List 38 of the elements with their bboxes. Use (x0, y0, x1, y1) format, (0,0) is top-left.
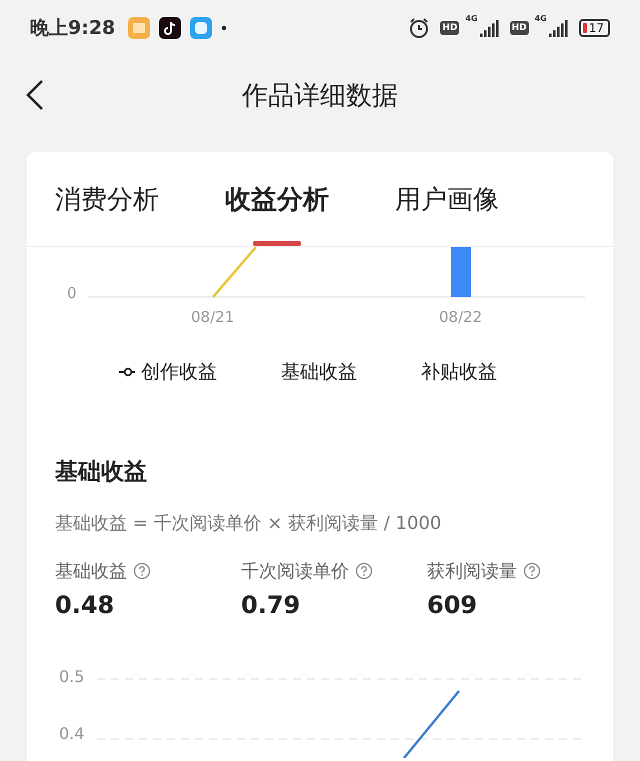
legend-label[interactable]: 补贴收益 (421, 359, 497, 385)
formula-text: 基础收益 = 千次阅读单价 × 获利阅读量 / 1000 (54, 512, 442, 535)
tab[interactable]: 收益分析 (225, 180, 329, 246)
tab[interactable]: 消费分析 (55, 180, 159, 246)
chat-app-icon (190, 16, 212, 38)
axis-tick-label: 0.4 (59, 724, 84, 743)
stat-label: 基础收益 (55, 560, 127, 583)
signal-icon (480, 18, 500, 36)
tab[interactable]: 用户画像 (395, 180, 499, 246)
signal-icon (548, 18, 569, 36)
network-label: 4G (465, 14, 478, 23)
battery-level: 17 (588, 20, 604, 34)
help-icon[interactable] (523, 562, 541, 580)
network-label: 4G (534, 14, 547, 23)
legend-marker-icon (119, 367, 135, 377)
axis-tick-label: 08/21 (191, 308, 234, 326)
page-title: 作品详细数据 (242, 80, 398, 112)
back-icon[interactable] (25, 79, 45, 111)
legend-label[interactable]: 创作收益 (141, 359, 217, 385)
help-icon[interactable] (355, 562, 373, 580)
dot-icon (221, 24, 228, 30)
stat-label: 获利阅读量 (427, 560, 517, 583)
axis-tick-label: 08/22 (439, 308, 482, 326)
stat-label: 千次阅读单价 (241, 560, 349, 583)
help-icon[interactable] (133, 562, 151, 580)
alarm-icon (408, 16, 430, 38)
music-note-app-icon (159, 16, 182, 38)
status-time: 晚上9:28 (30, 16, 116, 40)
stat-value: 0.48 (55, 591, 116, 619)
stat-value: 609 (427, 591, 478, 619)
axis-tick-label: 0.5 (59, 667, 84, 686)
legend-label[interactable]: 基础收益 (281, 359, 357, 385)
hd-badge: HD (440, 20, 460, 34)
axis-tick-label: 0 (67, 284, 77, 302)
stat-value: 0.79 (241, 591, 302, 619)
notes-app-icon (128, 16, 150, 38)
section-title: 基础收益 (54, 458, 148, 487)
hd-badge: HD (510, 20, 529, 34)
